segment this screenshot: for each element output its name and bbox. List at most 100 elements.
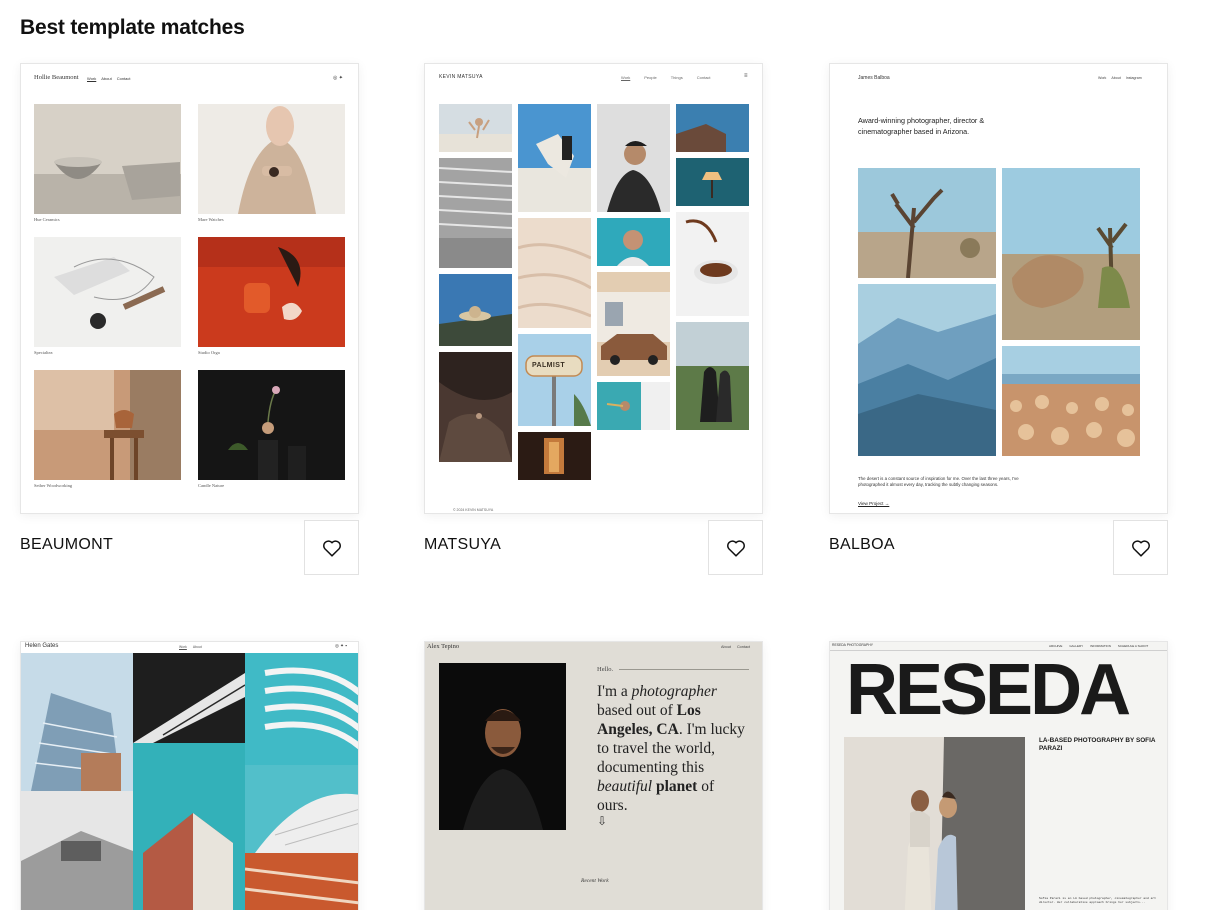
- photo-portrait-dark: [439, 663, 566, 830]
- photo-watch-model: [198, 104, 345, 214]
- photo-skater: [518, 104, 591, 212]
- photo-desert-rocks: [1002, 168, 1140, 340]
- page-title: Best template matches: [20, 16, 245, 39]
- intro-text: I'm a photographer based out of Los Ange…: [597, 682, 747, 815]
- template-preview-tepino[interactable]: Alex Tepino About Contact Hello. I'm a p…: [424, 641, 763, 910]
- mini-nav: Work About Contact: [87, 76, 131, 81]
- photo-dark-building: [133, 653, 245, 743]
- mini-nav-item: Contact: [696, 75, 711, 80]
- photo-ocean-cliff: [676, 104, 749, 152]
- photo-cave: [439, 352, 512, 462]
- photo-coffee-pour: [676, 212, 749, 316]
- menu-icon: ≡: [744, 73, 748, 79]
- mini-nav-item: ARCHIVE: [1049, 644, 1063, 648]
- mini-site-title: KEVIN MATSUYA: [439, 74, 483, 80]
- mini-nav-item: Work: [179, 645, 187, 649]
- photo-bleachers: [439, 158, 512, 268]
- mini-nav-item: Contact: [736, 645, 751, 649]
- template-preview-balboa[interactable]: James Balboa Work About Instagram Award-…: [829, 63, 1168, 514]
- mini-nav: About Contact: [721, 645, 750, 649]
- photo-caption: Sether Woodworking: [34, 483, 73, 488]
- photo-woman-teal: [597, 218, 670, 266]
- mini-nav-item: Things: [670, 75, 683, 80]
- mini-nav-item: GALLERY: [1069, 644, 1084, 648]
- photo-candle-nature: [198, 370, 345, 480]
- photo-caption: Candle Nature: [198, 483, 225, 488]
- photo-mountain-valley: [858, 284, 996, 456]
- photo-hat-sky: [439, 274, 512, 346]
- mini-site-title: Alex Tepino: [427, 643, 460, 650]
- photo-curved-facade: [245, 765, 358, 853]
- favorite-button[interactable]: [708, 520, 763, 575]
- hero-blurb: Sofia Parazi is an LA based photographer…: [1039, 897, 1157, 904]
- heart-outline-icon: [1131, 539, 1150, 557]
- mini-nav-item: People: [644, 75, 657, 80]
- photo-marble: [518, 218, 591, 328]
- heart-outline-icon: [726, 539, 745, 557]
- photo-caption: Studio Orga: [198, 350, 220, 355]
- mini-nav-item: INFORMATION: [1090, 644, 1111, 648]
- sign-text: PALMIST: [532, 362, 566, 369]
- photo-glass-tower: [21, 653, 133, 791]
- favorite-button[interactable]: [304, 520, 359, 575]
- mini-site-title: RESEDA PHOTOGRAPHY: [832, 643, 874, 647]
- signature: Recent Work: [581, 878, 609, 884]
- social-icons: ◎ ✦: [333, 75, 343, 81]
- mini-nav-item: Work: [87, 76, 97, 81]
- body-text: The desert is a constant source of inspi…: [858, 476, 1019, 488]
- mini-nav: Work People Things Contact: [621, 75, 711, 80]
- hero-title: RESEDA: [846, 650, 1131, 730]
- mini-nav-item: Instagram: [1125, 76, 1142, 80]
- down-arrow-icon[interactable]: ⇩: [597, 814, 607, 828]
- hero-headline: Award-winning photographer, director & c…: [858, 116, 985, 136]
- template-preview-gates[interactable]: Helen Gates Work About ◎ ✦ ▪: [20, 641, 359, 910]
- template-name[interactable]: MATSUYA: [424, 536, 501, 554]
- template-preview-reseda[interactable]: RESEDA PHOTOGRAPHY ARCHIVE GALLERY INFOR…: [829, 641, 1168, 910]
- photo-caption: Hue Ceramics: [34, 217, 60, 222]
- template-preview-matsuya[interactable]: KEVIN MATSUYA Work People Things Contact…: [424, 63, 763, 514]
- mini-nav-item: About: [721, 645, 731, 649]
- mini-nav-item: SCHEDULE A SHOOT: [1117, 644, 1149, 648]
- intro-part: I'm a: [597, 683, 632, 700]
- view-project-link[interactable]: View Project →: [858, 501, 889, 506]
- template-preview-beaumont[interactable]: Hollie Beaumont Work About Contact ◎ ✦ H…: [20, 63, 359, 514]
- template-name[interactable]: BALBOA: [829, 536, 895, 554]
- photo-portrait-man: [597, 104, 670, 212]
- mini-nav: ARCHIVE GALLERY INFORMATION SCHEDULE A S…: [1049, 644, 1148, 648]
- photo-lamp-room: [676, 158, 749, 206]
- mini-nav-item: Contact: [116, 76, 131, 81]
- mini-nav-item: Work: [621, 75, 631, 80]
- mini-nav-item: Work: [1098, 76, 1107, 80]
- photo-ceramic-bowl: [34, 104, 181, 214]
- template-name[interactable]: BEAUMONT: [20, 536, 113, 554]
- social-icons: ◎ ✦ ▪: [335, 643, 347, 648]
- photo-cholla-field: [1002, 346, 1140, 456]
- mini-nav: Work About Instagram: [1098, 76, 1142, 80]
- intro-part: based out of: [597, 702, 677, 719]
- intro-emphasis: photographer: [631, 683, 717, 700]
- photo-palmist-sign: PALMIST: [518, 334, 591, 426]
- photo-red-lines: [245, 853, 358, 910]
- photo-concrete-building: [21, 791, 133, 910]
- photo-red-tower: [133, 743, 245, 910]
- hero-subtitle: LA-BASED PHOTOGRAPHY BY SOFIA PARAZI: [1039, 737, 1156, 752]
- photo-vintage-car: [597, 272, 670, 376]
- photo-joshua-tree: [858, 168, 996, 278]
- photo-two-women: [844, 737, 1025, 910]
- heart-outline-icon: [322, 539, 341, 557]
- divider: [619, 669, 749, 670]
- photo-trumpet-player: [597, 382, 670, 430]
- mini-nav-item: About: [192, 645, 202, 649]
- mini-site-title: Hollie Beaumont: [34, 74, 79, 81]
- mini-site-title: Helen Gates: [25, 643, 59, 649]
- intro-bold: planet: [655, 778, 698, 795]
- photo-woodworking: [34, 370, 181, 480]
- favorite-button[interactable]: [1113, 520, 1168, 575]
- mini-nav-item: About: [101, 76, 112, 81]
- intro-emphasis: beautiful: [597, 778, 653, 795]
- mini-nav: Work About: [179, 645, 202, 649]
- photo-dark-hallway: [518, 432, 591, 480]
- hello-label: Hello.: [597, 666, 614, 673]
- mini-nav-item: About: [1111, 76, 1121, 80]
- photo-caption: Mare Watches: [198, 217, 224, 222]
